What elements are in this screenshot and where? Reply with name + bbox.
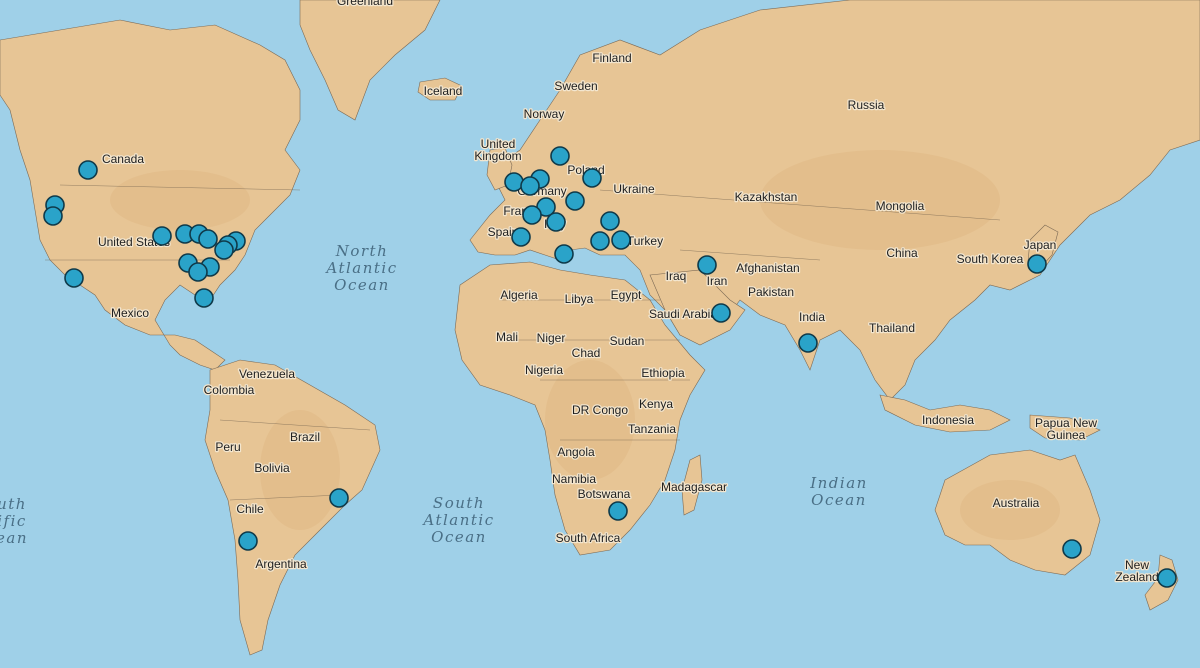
country-label: Chile bbox=[236, 502, 264, 516]
ocean-label: ean bbox=[0, 529, 28, 547]
country-label: Norway bbox=[524, 107, 565, 121]
location-marker[interactable] bbox=[611, 230, 631, 250]
location-marker[interactable] bbox=[711, 303, 731, 323]
country-label: DR Congo bbox=[572, 403, 628, 417]
country-label: Afghanistan bbox=[736, 261, 799, 275]
location-marker[interactable] bbox=[608, 501, 628, 521]
country-label: Zealand bbox=[1115, 570, 1158, 584]
location-marker[interactable] bbox=[194, 288, 214, 308]
country-label: Finland bbox=[592, 51, 631, 65]
country-label: Indonesia bbox=[922, 413, 974, 427]
country-label: Japan bbox=[1024, 238, 1057, 252]
country-label: Mongolia bbox=[876, 199, 925, 213]
location-marker[interactable] bbox=[600, 211, 620, 231]
location-marker[interactable] bbox=[565, 191, 585, 211]
location-marker[interactable] bbox=[43, 206, 63, 226]
country-label: Mali bbox=[496, 330, 518, 344]
country-label: Kazakhstan bbox=[735, 190, 798, 204]
country-label: Tanzania bbox=[628, 422, 676, 436]
ocean-label: Atlantic bbox=[421, 511, 494, 529]
country-label: Kingdom bbox=[474, 149, 521, 163]
location-marker[interactable] bbox=[546, 212, 566, 232]
ocean-label: Indian bbox=[809, 474, 868, 492]
location-marker[interactable] bbox=[238, 531, 258, 551]
country-label: Australia bbox=[993, 496, 1040, 510]
ocean-label: Atlantic bbox=[324, 259, 397, 277]
location-marker[interactable] bbox=[64, 268, 84, 288]
country-label: Iceland bbox=[424, 84, 463, 98]
location-marker[interactable] bbox=[152, 226, 172, 246]
location-marker[interactable] bbox=[329, 488, 349, 508]
country-label: Egypt bbox=[611, 288, 642, 302]
country-label: Russia bbox=[848, 98, 885, 112]
ocean-label: Ocean bbox=[811, 491, 867, 509]
location-marker[interactable] bbox=[1157, 568, 1177, 588]
location-marker[interactable] bbox=[554, 244, 574, 264]
ocean-label: South bbox=[433, 494, 485, 512]
country-label: Ethiopia bbox=[641, 366, 685, 380]
country-label: Sweden bbox=[554, 79, 597, 93]
ocean-label: Ocean bbox=[334, 276, 390, 294]
country-label: Colombia bbox=[204, 383, 255, 397]
country-label: China bbox=[886, 246, 918, 260]
country-label: Pakistan bbox=[748, 285, 794, 299]
country-label: Bolivia bbox=[254, 461, 290, 475]
country-label: Botswana bbox=[578, 487, 631, 501]
location-marker[interactable] bbox=[522, 205, 542, 225]
country-label: Thailand bbox=[869, 321, 915, 335]
ocean-label: ific bbox=[0, 512, 27, 530]
country-label: Argentina bbox=[255, 557, 307, 571]
location-marker[interactable] bbox=[520, 176, 540, 196]
country-label: Guinea bbox=[1047, 428, 1086, 442]
location-marker[interactable] bbox=[1027, 254, 1047, 274]
ocean-label: North bbox=[335, 242, 389, 260]
location-marker[interactable] bbox=[582, 168, 602, 188]
location-marker[interactable] bbox=[590, 231, 610, 251]
country-label: Greenland bbox=[337, 0, 393, 8]
country-label: Sudan bbox=[610, 334, 645, 348]
country-label: Chad bbox=[572, 346, 601, 360]
location-marker[interactable] bbox=[504, 172, 524, 192]
country-label: Niger bbox=[537, 331, 566, 345]
country-label: Turkey bbox=[627, 234, 663, 248]
country-label: Madagascar bbox=[661, 480, 727, 494]
country-label: Angola bbox=[557, 445, 595, 459]
location-marker[interactable] bbox=[1062, 539, 1082, 559]
country-label: Venezuela bbox=[239, 367, 295, 381]
country-label: Peru bbox=[215, 440, 240, 454]
location-marker[interactable] bbox=[214, 240, 234, 260]
world-map[interactable]: NorthAtlanticOceanSouthAtlanticOceanIndi… bbox=[0, 0, 1200, 668]
country-label: Canada bbox=[102, 152, 144, 166]
location-marker[interactable] bbox=[78, 160, 98, 180]
country-label: Iraq bbox=[666, 269, 687, 283]
location-marker[interactable] bbox=[550, 146, 570, 166]
country-label: South Africa bbox=[556, 531, 621, 545]
country-label: India bbox=[799, 310, 825, 324]
country-label: Saudi Arabia bbox=[649, 307, 717, 321]
location-marker[interactable] bbox=[697, 255, 717, 275]
ocean-label: uth bbox=[0, 495, 27, 513]
location-marker[interactable] bbox=[188, 262, 208, 282]
location-marker[interactable] bbox=[198, 229, 218, 249]
country-label: Mexico bbox=[111, 306, 149, 320]
country-label: Iran bbox=[707, 274, 728, 288]
country-label: Ukraine bbox=[613, 182, 655, 196]
location-marker[interactable] bbox=[798, 333, 818, 353]
country-label: Brazil bbox=[290, 430, 320, 444]
country-label: Kenya bbox=[639, 397, 673, 411]
country-label: South Korea bbox=[957, 252, 1024, 266]
location-marker[interactable] bbox=[511, 227, 531, 247]
country-label: Algeria bbox=[500, 288, 538, 302]
ocean-label: Ocean bbox=[431, 528, 487, 546]
country-label: Namibia bbox=[552, 472, 596, 486]
country-label: Libya bbox=[565, 292, 594, 306]
country-label: Nigeria bbox=[525, 363, 563, 377]
